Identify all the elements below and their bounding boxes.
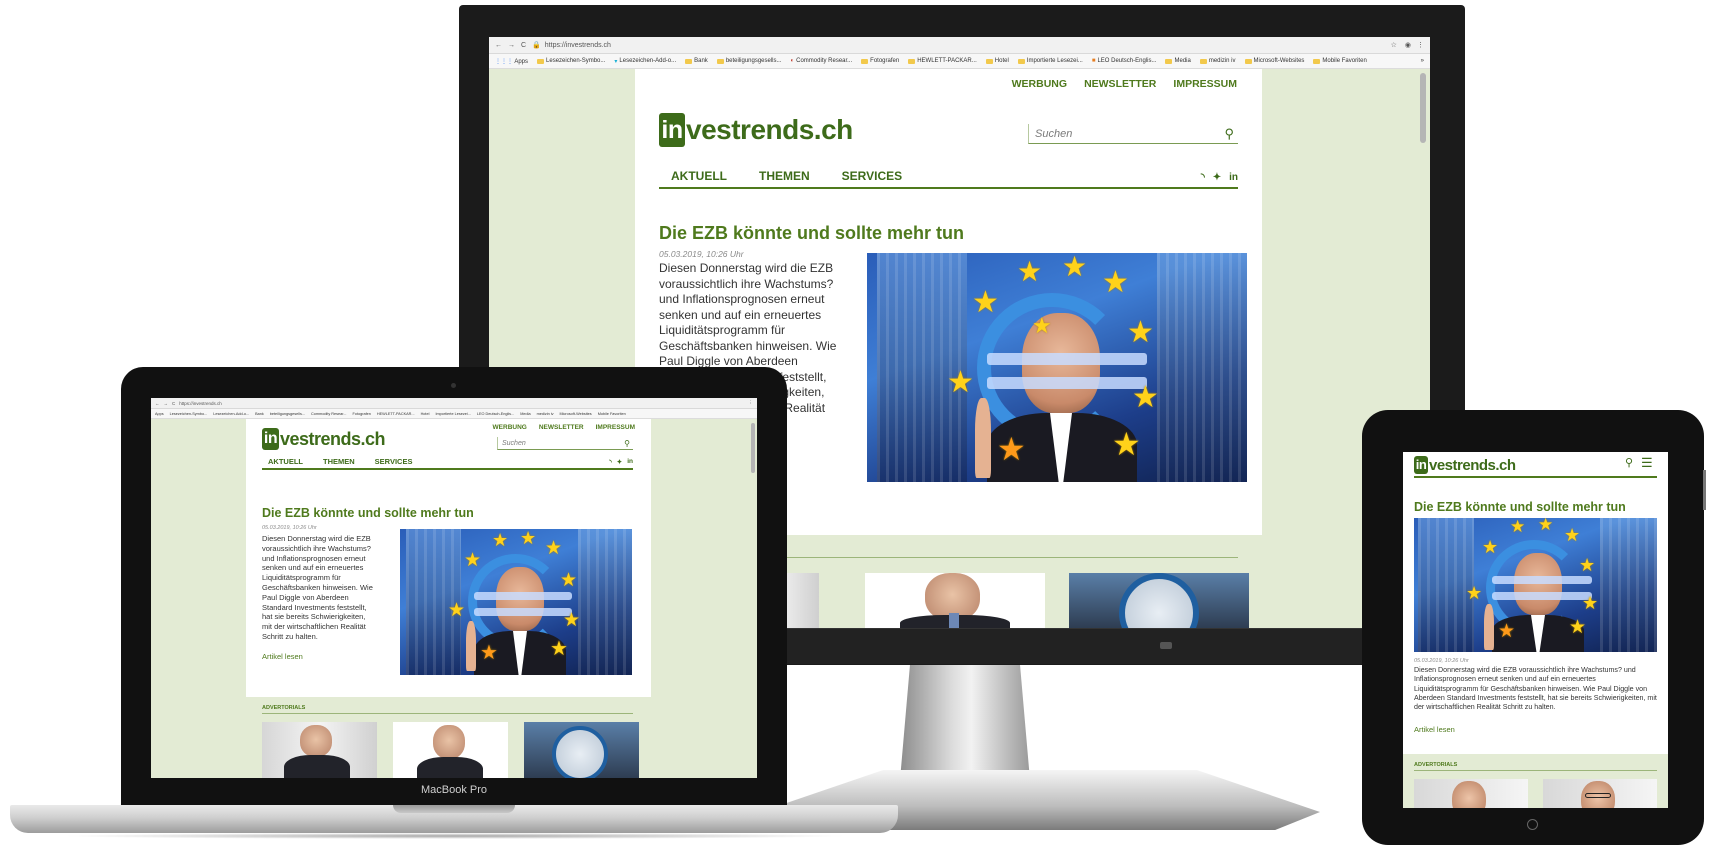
article-title[interactable]: Die EZB könnte und sollte mehr tun <box>1414 500 1626 514</box>
tablet-header: in vestrends.ch ⚲ ☰ <box>1403 452 1668 478</box>
hamburger-menu-icon[interactable]: ☰ <box>1641 455 1653 471</box>
advertorial-thumb[interactable] <box>1543 779 1657 808</box>
read-more-link[interactable]: Artikel lesen <box>1414 725 1455 734</box>
header-divider <box>1414 476 1657 478</box>
article-date: 05.03.2019, 10:26 Uhr <box>1414 658 1469 664</box>
logo-in: in <box>1414 456 1428 474</box>
site-logo[interactable]: in vestrends.ch <box>1414 456 1516 474</box>
article-image[interactable]: ★ ★ ★ ★ ★ ★ ★ ★ ★ <box>1414 518 1657 652</box>
tablet-side-button <box>1703 470 1706 510</box>
article-teaser: Diesen Donnerstag wird die EZB voraussic… <box>1414 666 1657 712</box>
search-icon[interactable]: ⚲ <box>1625 456 1633 469</box>
tablet-home-button[interactable] <box>1527 819 1538 830</box>
advertorials-label: ADVERTORIALS <box>1414 762 1458 768</box>
advertorial-thumb[interactable] <box>1414 779 1528 808</box>
logo-text: vestrends.ch <box>1429 456 1516 474</box>
advertorial-divider <box>1414 770 1657 771</box>
tablet-screen: in vestrends.ch ⚲ ☰ Die EZB könnte und s… <box>1403 452 1668 808</box>
tablet: in vestrends.ch ⚲ ☰ Die EZB könnte und s… <box>0 0 1712 862</box>
advertorials-section: ADVERTORIALS <box>1403 754 1668 808</box>
